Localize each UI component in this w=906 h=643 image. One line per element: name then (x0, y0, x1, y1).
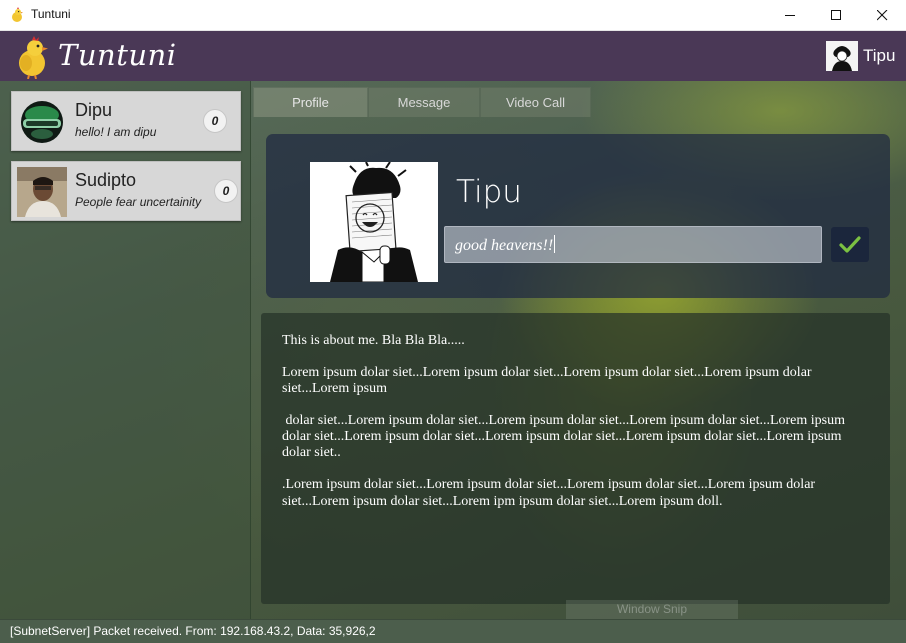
about-paragraph: Lorem ipsum dolar siet...Lorem ipsum dol… (282, 364, 816, 397)
app-header: Tuntuni Tipu (0, 31, 906, 81)
person-photo-avatar-icon (17, 167, 67, 217)
chick-app-icon (12, 7, 23, 22)
minimize-button[interactable] (768, 0, 813, 31)
user-avatar[interactable] (826, 41, 858, 71)
about-paragraph: This is about me. Bla Bla Bla..... (282, 333, 465, 348)
profile-card: Tipu good heavens!! (266, 134, 890, 298)
status-input[interactable]: good heavens!! (444, 226, 822, 263)
status-bar: [SubnetServer] Packet received. From: 19… (0, 619, 906, 643)
window-snip-ghost-label: Window Snip (566, 600, 738, 619)
profile-photo[interactable] (310, 162, 438, 282)
window-titlebar: Tuntuni (0, 0, 906, 31)
contact-avatar (17, 97, 67, 147)
contact-avatar (17, 167, 67, 217)
contact-name: Dipu (75, 100, 113, 120)
contacts-sidebar: Dipu hello! I am dipu 0 Sudipto People f… (0, 81, 251, 619)
save-status-button[interactable] (831, 227, 869, 262)
status-input-value: good heavens!! (455, 237, 554, 254)
manga-portrait-icon (310, 162, 438, 282)
profile-name: Tipu (456, 174, 522, 210)
close-icon (877, 10, 888, 21)
checkmark-icon (839, 236, 861, 253)
maximize-button[interactable] (814, 0, 859, 31)
window-title: Tuntuni (31, 7, 71, 21)
user-avatar-icon (826, 41, 858, 71)
helmet-avatar-icon (17, 97, 67, 147)
about-paragraph: .Lorem ipsum dolar siet...Lorem ipsum do… (282, 477, 819, 509)
current-user-name[interactable]: Tipu (863, 46, 895, 66)
about-text-panel[interactable]: This is about me. Bla Bla Bla..... Lorem… (261, 313, 890, 604)
contact-status: hello! I am dipu (75, 125, 157, 139)
unread-count-badge: 0 (203, 109, 227, 133)
main-area: Dipu hello! I am dipu 0 Sudipto People f… (0, 81, 906, 619)
unread-count-badge: 0 (214, 179, 238, 203)
about-paragraph: dolar siet...Lorem ipsum dolar siet...Lo… (282, 412, 849, 461)
chick-logo-icon (19, 36, 48, 79)
contact-item-dipu[interactable]: Dipu hello! I am dipu 0 (11, 91, 241, 151)
maximize-icon (831, 10, 841, 20)
tab-video-call[interactable]: Video Call (480, 87, 591, 117)
brand-name: Tuntuni (58, 38, 177, 72)
close-button[interactable] (860, 0, 905, 31)
minimize-icon (785, 15, 795, 16)
text-caret (554, 235, 556, 253)
contact-status: People fear uncertainity (75, 195, 202, 209)
contact-item-sudipto[interactable]: Sudipto People fear uncertainity 0 (11, 161, 241, 221)
tab-profile[interactable]: Profile (253, 87, 368, 117)
status-bar-text: [SubnetServer] Packet received. From: 19… (10, 624, 376, 638)
tab-message[interactable]: Message (368, 87, 480, 117)
contact-name: Sudipto (75, 170, 137, 190)
